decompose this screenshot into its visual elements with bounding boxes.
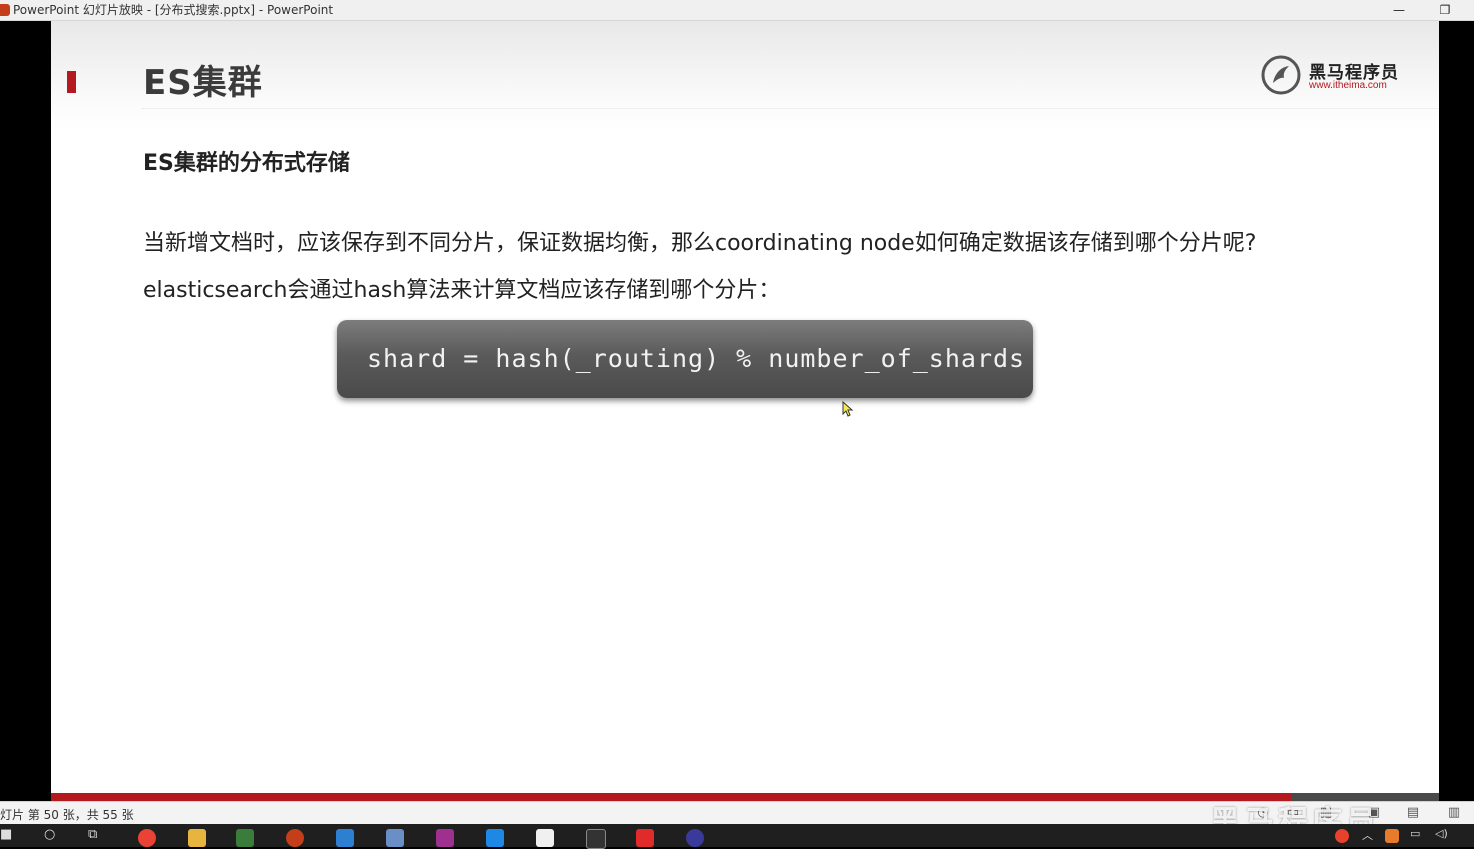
intellij-icon[interactable] — [436, 829, 454, 847]
minimize-button[interactable]: — — [1376, 0, 1422, 20]
horse-logo-icon — [1261, 55, 1301, 95]
code-formula: shard = hash(_routing) % number_of_shard… — [367, 344, 1026, 373]
powerpoint-icon — [0, 4, 10, 16]
eclipse-icon[interactable] — [686, 829, 704, 847]
slide-subtitle: ES集群的分布式存储 — [143, 151, 350, 176]
app-icon[interactable] — [336, 829, 354, 847]
header-divider — [141, 108, 1439, 109]
logo-url: www.itheima.com — [1309, 80, 1387, 91]
title-accent-bar — [67, 71, 76, 93]
slide[interactable]: ES集群 黑马程序员 www.itheima.com ES集群的分布式存储 当新… — [51, 21, 1439, 801]
chrome-icon[interactable] — [138, 829, 156, 847]
sogou-icon[interactable] — [1335, 829, 1349, 843]
file-explorer-icon[interactable] — [188, 829, 206, 847]
mouse-cursor-icon — [842, 401, 854, 417]
app-icon-2[interactable] — [386, 829, 404, 847]
search-icon[interactable]: ○ — [44, 827, 55, 842]
vscode-icon[interactable] — [486, 829, 504, 847]
restore-button[interactable]: ❐ — [1422, 0, 1468, 20]
window-title: PowerPoint 幻灯片放映 - [分布式搜索.pptx] - PowerP… — [13, 3, 334, 17]
itheima-logo: 黑马程序员 www.itheima.com — [1261, 55, 1406, 97]
window-titlebar: PowerPoint 幻灯片放映 - [分布式搜索.pptx] - PowerP… — [0, 0, 1474, 21]
terminal-icon[interactable] — [586, 829, 606, 849]
slideshow-left-margin — [0, 21, 51, 801]
slide-title: ES集群 — [143, 63, 263, 103]
body-paragraph-1: 当新增文档时，应该保存到不同分片，保证数据均衡，那么coordinating n… — [143, 231, 1257, 256]
tray-chevron-icon[interactable]: ︿ — [1362, 827, 1373, 843]
body-paragraph-2: elasticsearch会通过hash算法来计算文档应该存储到哪个分片： — [143, 278, 781, 303]
ime-icon[interactable] — [1385, 829, 1399, 843]
slideshow-right-margin — [1439, 21, 1474, 801]
taskbar: ■ ○ ⧉ ︿ ▭ ◁) — [0, 824, 1474, 849]
typora-icon[interactable] — [536, 829, 554, 847]
windows-icon[interactable]: ■ — [0, 827, 12, 842]
slide-counter: 灯片 第 50 张，共 55 张 — [0, 808, 134, 822]
network-icon[interactable]: ▭ — [1410, 827, 1420, 840]
slideshow-view-icon[interactable]: ▤ — [1405, 805, 1421, 821]
task-view-icon[interactable]: ⧉ — [88, 827, 97, 842]
notepad-plus-icon[interactable] — [236, 829, 254, 847]
zoom-icon[interactable]: ▥ — [1446, 805, 1462, 821]
volume-icon[interactable]: ◁) — [1435, 827, 1448, 840]
code-block: shard = hash(_routing) % number_of_shard… — [337, 320, 1033, 398]
powerpoint-taskbar-icon[interactable] — [286, 829, 304, 847]
youdao-icon[interactable] — [636, 829, 654, 847]
